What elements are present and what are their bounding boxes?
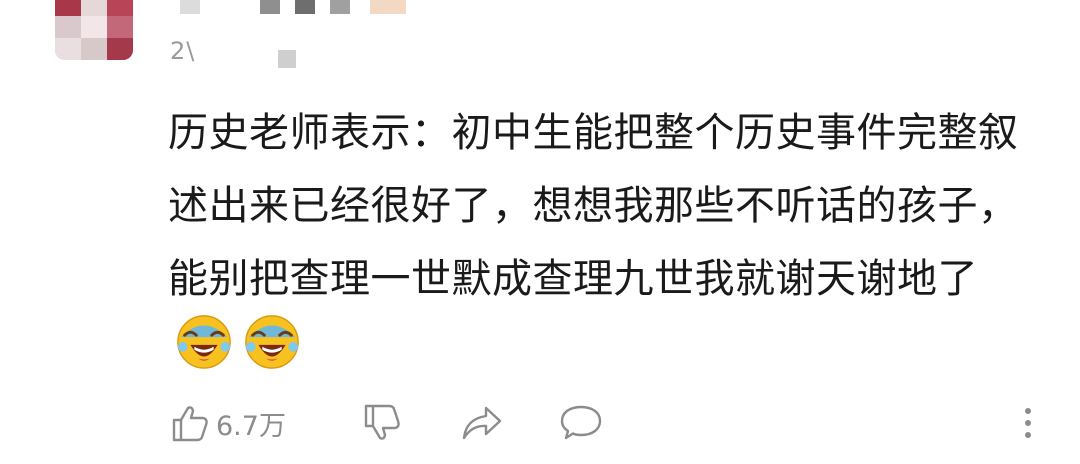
more-button[interactable]	[1022, 398, 1034, 448]
timestamp-obscured	[278, 50, 296, 68]
like-button[interactable]: 6.7万	[170, 398, 286, 448]
share-button[interactable]	[460, 398, 504, 448]
comment-line: 能别把查理一世默成查理九世我就谢天谢地了	[168, 256, 978, 302]
comment-line: 历史老师表示：初中生能把整个历史事件完整叙	[168, 110, 1019, 156]
comment-icon	[560, 405, 602, 440]
comment-actions: 6.7万	[170, 398, 1050, 448]
more-icon	[1025, 408, 1031, 438]
emoji-row	[175, 312, 301, 370]
laugh-cry-icon	[177, 315, 231, 369]
comment-timestamp: 2\	[170, 37, 196, 65]
like-count: 6.7万	[216, 410, 286, 442]
dislike-button[interactable]	[362, 398, 404, 448]
laugh-cry-icon	[245, 315, 299, 369]
avatar[interactable]	[55, 0, 133, 60]
username-obscured[interactable]	[180, 0, 420, 14]
thumbs-down-icon	[364, 404, 400, 440]
comment-text: 历史老师表示：初中生能把整个历史事件完整叙 述出来已经很好了，想想我那些不听话的…	[168, 97, 1048, 316]
reply-button[interactable]	[558, 398, 604, 448]
comment-line: 述出来已经很好了，想想我那些不听话的孩子，	[168, 183, 1019, 229]
share-icon	[462, 406, 502, 440]
thumbs-up-icon	[172, 406, 208, 442]
